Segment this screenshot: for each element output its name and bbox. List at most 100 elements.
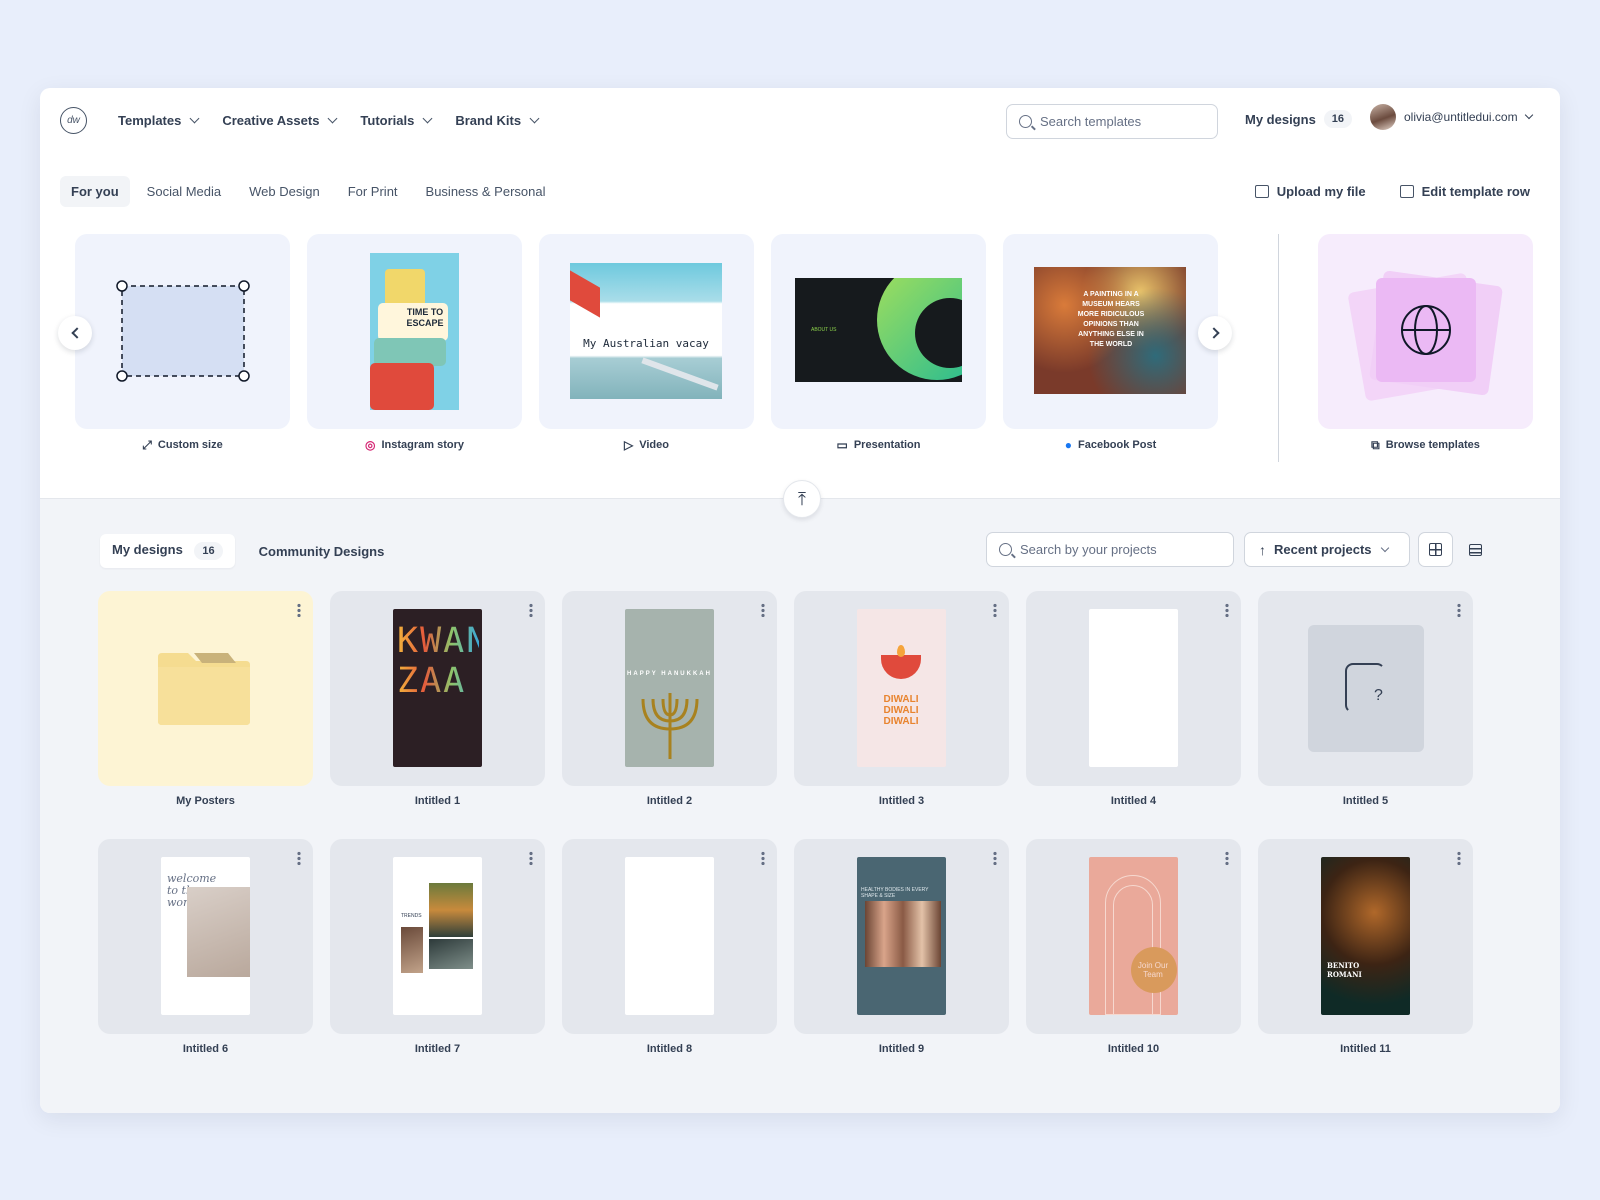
chevron-down-icon <box>1524 110 1533 120</box>
grid-view-button[interactable] <box>1418 532 1453 567</box>
template-card-video[interactable]: My Australian vacay <box>539 234 754 429</box>
browse-templates-label: Browse templates <box>1385 439 1480 451</box>
designs-section: ⤒ My designs 16 Community Designs Search… <box>40 480 1560 1113</box>
upload-icon <box>1254 185 1269 198</box>
design-thumbnail <box>1089 609 1178 767</box>
template-row: ⤢ Custom size TIME TO ESCAPE ◎ Instagram s… <box>40 234 1560 484</box>
nav-creative-assets[interactable]: Creative Assets <box>222 112 338 128</box>
more-options-icon[interactable] <box>1457 851 1461 865</box>
nav-creative-assets-label: Creative Assets <box>222 112 320 128</box>
my-designs-tab-label: My designs <box>112 542 183 557</box>
list-view-button[interactable] <box>1458 532 1493 567</box>
designs-tabs: My designs 16 Community Designs <box>100 534 408 568</box>
search-templates-input[interactable]: Search templates <box>1006 104 1218 139</box>
play-icon: ▷ <box>624 438 634 452</box>
upload-label: Upload my file <box>1276 184 1366 199</box>
template-label-video: ▷ Video <box>539 439 754 451</box>
more-options-icon[interactable] <box>993 851 997 865</box>
more-options-icon[interactable] <box>1225 851 1229 865</box>
tab-my-designs[interactable]: My designs 16 <box>100 534 235 568</box>
tab-community-designs[interactable]: Community Designs <box>247 536 397 567</box>
tab-business-personal[interactable]: Business & Personal <box>415 176 557 207</box>
facebook-post-thumb-text: A PAINTING IN A MUSEUM HEARS MORE RIDICU… <box>1077 291 1145 348</box>
thumb-shape <box>374 338 446 366</box>
logo[interactable]: dw <box>60 107 87 134</box>
nav-brand-kits[interactable]: Brand Kits <box>455 112 540 128</box>
design-card[interactable] <box>1026 591 1241 786</box>
design-card[interactable]: HEALTHY BODIES IN EVERY SHAPE & SIZE <box>794 839 1009 1034</box>
more-options-icon[interactable] <box>993 603 997 617</box>
layout-icon <box>1399 185 1414 198</box>
more-options-icon[interactable] <box>529 603 533 617</box>
design-thumb-text: DIWALI DIWALI DIWALI <box>883 694 919 727</box>
template-label-custom-size: ⤢ Custom size <box>75 439 290 451</box>
nav-templates[interactable]: Templates <box>118 113 200 128</box>
template-card-instagram-story[interactable]: TIME TO ESCAPE <box>307 234 522 429</box>
nav-tutorials[interactable]: Tutorials <box>360 113 433 128</box>
tab-for-you[interactable]: For you <box>60 176 130 207</box>
search-projects-input[interactable]: Search by your projects <box>986 532 1234 567</box>
design-card[interactable]: Join Our Team <box>1026 839 1241 1034</box>
more-options-icon[interactable] <box>761 603 765 617</box>
presentation-thumb-text: ABOUT US <box>811 327 837 333</box>
more-options-icon[interactable] <box>1457 603 1461 617</box>
search-placeholder: Search templates <box>1040 114 1142 129</box>
upload-file-button[interactable]: Upload my file <box>1254 184 1366 199</box>
more-options-icon[interactable] <box>1225 603 1229 617</box>
facebook-post-thumbnail: A PAINTING IN A MUSEUM HEARS MORE RIDICU… <box>1034 267 1186 394</box>
tab-web-design[interactable]: Web Design <box>238 176 331 207</box>
design-label: Intitled 4 <box>1110 795 1157 807</box>
avatar <box>1370 104 1396 130</box>
chevron-down-icon <box>1380 543 1389 552</box>
presentation-thumbnail: ABOUT US <box>795 278 962 382</box>
thumb-shape <box>370 363 434 410</box>
template-card-custom-size[interactable] <box>75 234 290 429</box>
chevron-right-icon <box>1207 327 1220 339</box>
more-options-icon[interactable] <box>761 851 765 865</box>
design-card[interactable]: HAPPY HANUKKAH <box>562 591 777 786</box>
design-card[interactable]: BENITO ROMANI <box>1258 839 1473 1034</box>
design-thumbnail: HEALTHY BODIES IN EVERY SHAPE & SIZE <box>857 857 946 1015</box>
thumb-shape <box>641 357 719 391</box>
sort-dropdown[interactable]: ↑ Recent projects <box>1244 532 1410 567</box>
folder-card[interactable] <box>98 591 313 786</box>
carousel-prev-button[interactable] <box>58 316 92 350</box>
video-thumb-text: My Australian vacay <box>583 337 709 350</box>
more-options-icon[interactable] <box>297 851 301 865</box>
design-card[interactable]: ? <box>1258 591 1473 786</box>
design-card[interactable]: welcome to the world <box>98 839 313 1034</box>
more-options-icon[interactable] <box>529 851 533 865</box>
tab-for-print[interactable]: For Print <box>337 176 409 207</box>
design-card[interactable]: TRENDS <box>330 839 545 1034</box>
photo <box>429 883 473 937</box>
tab-social-media[interactable]: Social Media <box>136 176 232 207</box>
template-label-presentation: ▭ Presentation <box>771 439 986 451</box>
design-card[interactable]: DIWALI DIWALI DIWALI <box>794 591 1009 786</box>
category-tabs: For you Social Media Web Design For Prin… <box>60 176 562 207</box>
thumb-shape <box>570 270 600 318</box>
design-label: Intitled 1 <box>414 795 461 807</box>
design-card[interactable]: KWAN ZAA <box>330 591 545 786</box>
design-label: Intitled 11 <box>1340 1043 1391 1055</box>
chevron-down-icon <box>327 113 338 123</box>
template-card-browse-templates[interactable] <box>1318 234 1533 429</box>
arrow-up-icon: ↑ <box>1259 541 1266 558</box>
video-thumbnail: My Australian vacay <box>570 263 722 399</box>
carousel-next-button[interactable] <box>1198 316 1232 350</box>
design-card[interactable] <box>562 839 777 1034</box>
template-card-presentation[interactable]: ABOUT US <box>771 234 986 429</box>
custom-size-frame <box>116 280 250 382</box>
template-card-facebook-post[interactable]: A PAINTING IN A MUSEUM HEARS MORE RIDICU… <box>1003 234 1218 429</box>
nav-brand-kits-label: Brand Kits <box>455 112 522 128</box>
search-icon <box>1019 115 1032 128</box>
design-thumbnail: welcome to the world <box>161 857 250 1015</box>
user-menu[interactable]: olivia@untitledui.com <box>1370 104 1533 130</box>
video-label: Video <box>639 439 669 451</box>
app-window: dw Templates Creative Assets Tutorials B… <box>40 88 1560 1113</box>
my-designs-link[interactable]: My designs 16 <box>1245 110 1353 128</box>
collapse-templates-button[interactable]: ⤒ <box>783 480 821 518</box>
edit-template-row-button[interactable]: Edit template row <box>1399 184 1530 199</box>
diya-icon <box>881 655 921 679</box>
design-thumbnail <box>625 857 714 1015</box>
more-options-icon[interactable] <box>297 603 301 617</box>
